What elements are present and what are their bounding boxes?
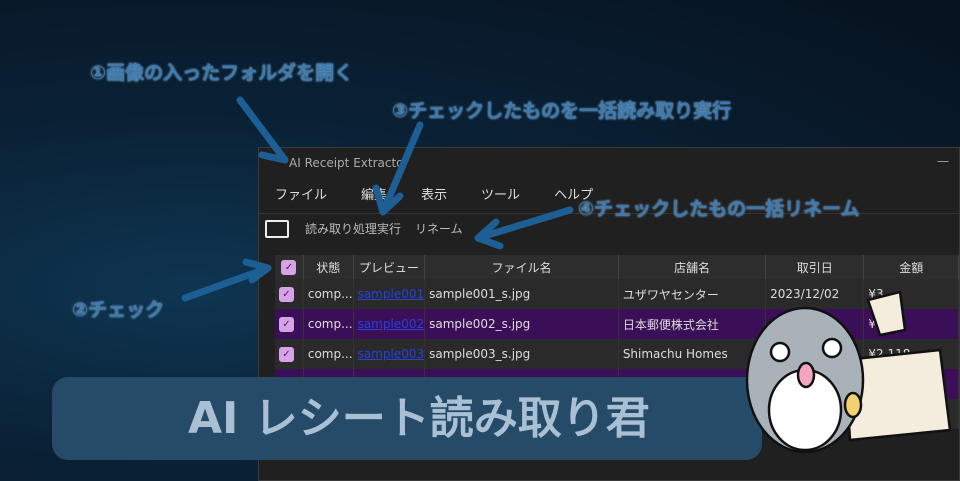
mascot-illustration [745,290,952,454]
